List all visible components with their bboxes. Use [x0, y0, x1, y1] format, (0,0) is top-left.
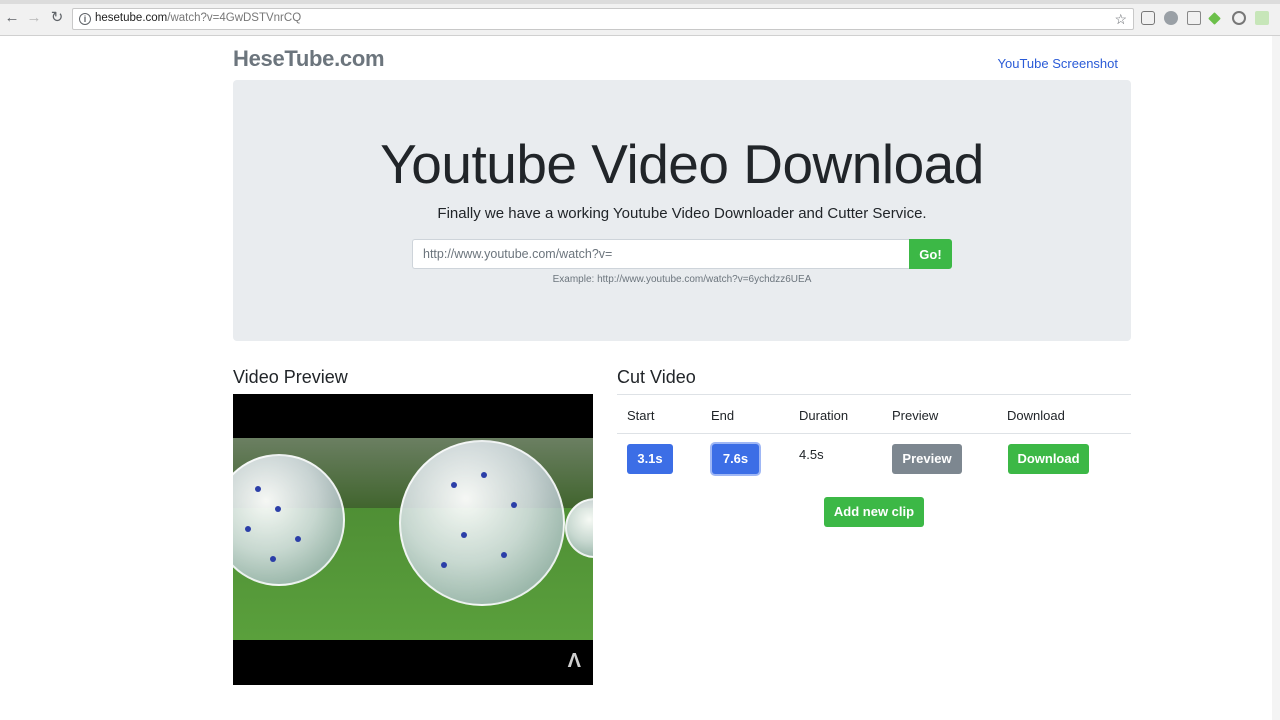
page-scrollbar[interactable] [1272, 36, 1280, 720]
forward-icon[interactable]: → [26, 10, 42, 26]
page-container: HeseTube.com YouTube Screenshot Youtube … [233, 36, 1131, 720]
extension-circle-icon[interactable] [1232, 11, 1246, 25]
download-button[interactable]: Download [1008, 444, 1089, 474]
cut-table-row-divider [617, 433, 1131, 434]
reload-icon[interactable]: ↻ [49, 10, 65, 26]
camera-icon[interactable] [1141, 11, 1155, 25]
browser-toolbar: ← → ↻ i hesetube.com/watch?v=4GwDSTVnrCQ… [0, 0, 1280, 36]
youtube-screenshot-link[interactable]: YouTube Screenshot [998, 56, 1118, 71]
col-preview-header: Preview [892, 408, 939, 423]
extension-bars-icon[interactable] [1255, 11, 1269, 25]
clip-duration: 4.5s [799, 447, 824, 462]
extension-diamond-icon[interactable] [1208, 12, 1221, 25]
cut-table-top-divider [617, 394, 1131, 395]
extension-grid-icon[interactable] [1187, 11, 1201, 25]
hero-title: Youtube Video Download [380, 133, 984, 195]
video-frame [233, 438, 593, 640]
extension-gear-icon[interactable] [1164, 11, 1178, 25]
video-player[interactable]: Λ [233, 394, 593, 685]
tab-strip [0, 0, 1280, 4]
watermark-logo-icon: Λ [567, 650, 581, 672]
cut-video-title: Cut Video [617, 367, 696, 387]
start-time-button[interactable]: 3.1s [627, 444, 673, 474]
col-duration-header: Duration [799, 408, 849, 423]
hero-subtitle: Finally we have a working Youtube Video … [437, 205, 927, 222]
back-icon[interactable]: ← [4, 10, 20, 26]
preview-button[interactable]: Preview [892, 444, 962, 474]
col-download-header: Download [1007, 408, 1065, 423]
go-button[interactable]: Go! [909, 239, 952, 269]
hero-section: Youtube Video Download Finally we have a… [233, 80, 1131, 341]
col-end-header: End [711, 408, 735, 423]
end-time-button[interactable]: 7.6s [712, 444, 759, 474]
youtube-url-input[interactable] [412, 239, 910, 269]
col-start-header: Start [627, 408, 655, 423]
example-hint: Example: http://www.youtube.com/watch?v=… [552, 274, 812, 285]
url-text: hesetube.com/watch?v=4GwDSTVnrCQ [95, 12, 302, 24]
bubble-ball-center [399, 440, 565, 606]
add-new-clip-button[interactable]: Add new clip [824, 497, 924, 527]
info-icon[interactable]: i [79, 13, 91, 25]
brand-logo[interactable]: HeseTube.com [233, 46, 385, 72]
bookmark-star-icon[interactable]: ☆ [1114, 11, 1127, 28]
video-preview-title: Video Preview [233, 367, 348, 387]
address-bar[interactable]: i hesetube.com/watch?v=4GwDSTVnrCQ ☆ [72, 8, 1134, 30]
